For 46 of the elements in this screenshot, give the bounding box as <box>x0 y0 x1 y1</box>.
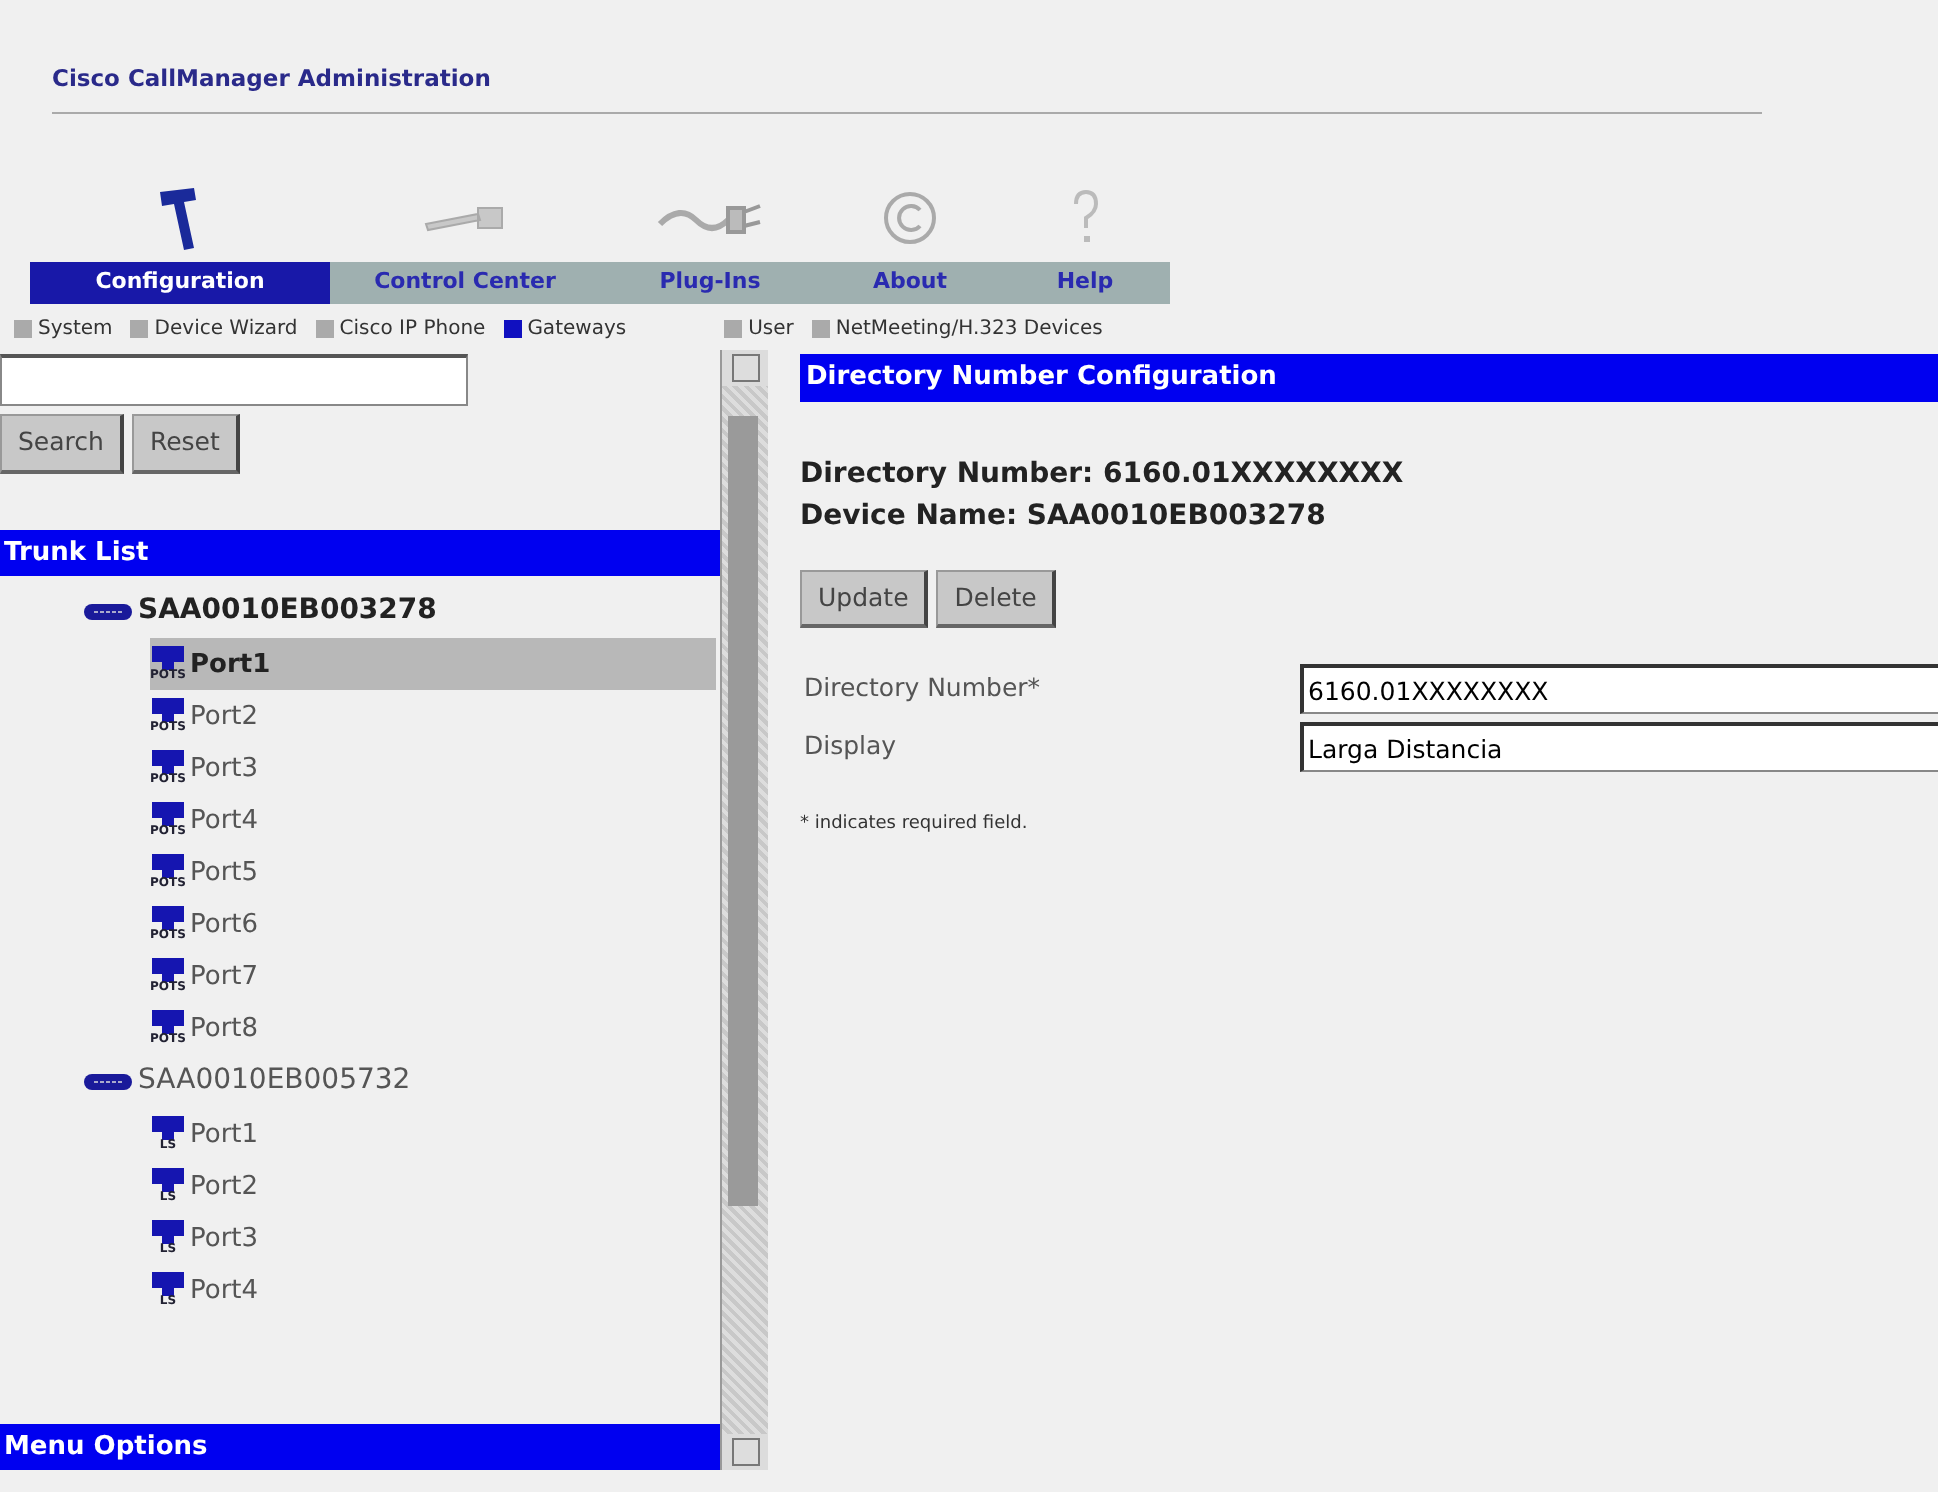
nav-tab[interactable]: Help <box>1000 262 1170 304</box>
gateway-icon <box>84 1073 132 1090</box>
delete-button[interactable]: Delete <box>936 569 1057 629</box>
app-title: Cisco CallManager Administration <box>52 62 491 96</box>
tree-node[interactable]: SAA0010EB005732 <box>138 1060 411 1103</box>
port-icon <box>152 750 184 775</box>
gateway-icon <box>84 603 132 620</box>
port-icon <box>152 854 184 879</box>
nav-tab[interactable]: Configuration <box>30 262 330 304</box>
port-icon <box>152 698 184 723</box>
nav-tab[interactable]: Control Center <box>330 262 600 304</box>
update-button[interactable]: Update <box>800 569 929 629</box>
port-icon <box>152 958 184 983</box>
submenu-link[interactable]: System <box>14 314 113 344</box>
copyright-icon <box>880 188 940 248</box>
search-field[interactable] <box>0 354 468 406</box>
info-line: Directory Number: 6160.01XXXXXXXX <box>800 455 1406 493</box>
field-label: Display <box>802 728 899 765</box>
reset-button[interactable]: Reset <box>131 414 240 474</box>
port-icon <box>152 1220 184 1245</box>
submenu-link[interactable]: Cisco IP Phone <box>315 314 486 344</box>
submenu-link[interactable]: User <box>724 314 794 344</box>
port-icon <box>152 646 184 671</box>
section-header: Directory Number Configuration <box>800 354 1938 401</box>
submenu-link[interactable]: NetMeeting/H.323 Devices <box>811 314 1103 344</box>
question-icon <box>1069 188 1101 248</box>
section-header: Trunk List <box>0 529 720 577</box>
scrollbar[interactable] <box>720 350 768 1470</box>
port-icon <box>152 906 184 931</box>
search-button[interactable]: Search <box>0 414 124 474</box>
port-icon <box>152 1168 184 1193</box>
port-icon <box>152 1116 184 1141</box>
submenu-link[interactable]: Device Wizard <box>130 314 298 344</box>
input-field[interactable]: Larga Distancia <box>1300 722 1938 773</box>
field-label: Directory Number* <box>802 670 1043 707</box>
port-icon <box>152 1010 184 1035</box>
input-field[interactable]: 6160.01XXXXXXXX <box>1300 664 1938 715</box>
submenu-link[interactable]: Gateways <box>503 314 627 344</box>
nav-tab[interactable]: About <box>820 262 1000 304</box>
port-icon <box>152 1272 184 1297</box>
tree-node[interactable]: SAA0010EB003278 <box>138 590 437 633</box>
nav-tab[interactable]: Plug-Ins <box>600 262 820 304</box>
info-line: Device Name: SAA0010EB003278 <box>800 497 1328 535</box>
port-icon <box>152 802 184 827</box>
section-header: Menu Options <box>0 1423 720 1470</box>
footnote: * indicates required field. <box>800 812 1030 839</box>
